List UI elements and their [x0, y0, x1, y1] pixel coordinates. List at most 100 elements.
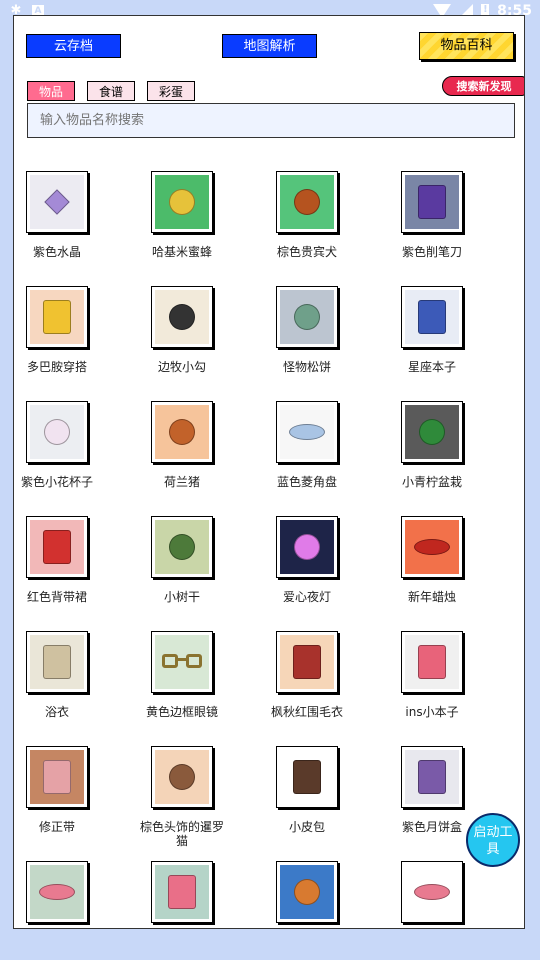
main-panel: 云存档 地图解析 物品百科 物品 食谱 彩蛋 搜索新发现 紫色水晶哈基米蜜蜂棕色…: [13, 15, 525, 929]
item-label: 怪物松饼: [282, 360, 331, 374]
tab-easter-eggs[interactable]: 彩蛋: [147, 81, 195, 101]
item-label: 黄色边框眼镜: [145, 705, 218, 719]
item-thumbnail[interactable]: [276, 746, 338, 808]
item-card[interactable]: [14, 861, 139, 928]
item-card[interactable]: 棕色贵宾犬: [264, 171, 389, 286]
item-thumbnail[interactable]: [26, 631, 88, 693]
outfit-icon: [43, 300, 71, 334]
item-card[interactable]: 爱心夜灯: [264, 516, 389, 631]
siamese-cat-icon: [169, 764, 195, 790]
item-thumbnail[interactable]: [401, 861, 463, 923]
item-card[interactable]: 怪物松饼: [264, 286, 389, 401]
cloud-save-button[interactable]: 云存档: [26, 34, 121, 58]
item-card[interactable]: 哈基米蜜蜂: [139, 171, 264, 286]
item-thumbnail[interactable]: [276, 631, 338, 693]
item-card[interactable]: 棕色头饰的暹罗猫: [139, 746, 264, 861]
guinea-pig-icon: [169, 419, 195, 445]
item-thumbnail[interactable]: [401, 286, 463, 348]
item-card[interactable]: ins小本子: [389, 631, 514, 746]
item-card[interactable]: 小青柠盆栽: [389, 401, 514, 516]
pink-soap-icon: [39, 884, 75, 900]
map-analysis-button[interactable]: 地图解析: [222, 34, 317, 58]
item-thumbnail[interactable]: [401, 631, 463, 693]
item-label: 紫色月饼盒: [401, 820, 462, 834]
item-label: 棕色贵宾犬: [276, 245, 337, 259]
item-thumbnail[interactable]: [401, 746, 463, 808]
candle-icon: [414, 539, 450, 555]
item-card[interactable]: 星座本子: [389, 286, 514, 401]
item-card[interactable]: 修正带: [14, 746, 139, 861]
item-thumbnail[interactable]: [26, 401, 88, 463]
item-wiki-button[interactable]: 物品百科: [419, 32, 514, 60]
tab-items[interactable]: 物品: [27, 81, 75, 101]
item-thumbnail[interactable]: [276, 171, 338, 233]
item-card[interactable]: [139, 861, 264, 928]
tv-icon: [168, 875, 196, 909]
item-thumbnail[interactable]: [151, 631, 213, 693]
pencil-sharpener-icon: [418, 185, 446, 219]
item-label: 蓝色菱角盘: [276, 475, 337, 489]
search-input[interactable]: [27, 103, 515, 138]
item-card[interactable]: [264, 861, 389, 928]
item-label: 小皮包: [288, 820, 325, 834]
item-card[interactable]: 枫秋红围毛衣: [264, 631, 389, 746]
tab-recipes[interactable]: 食谱: [87, 81, 135, 101]
item-card[interactable]: 红色背带裙: [14, 516, 139, 631]
item-label: 红色背带裙: [26, 590, 87, 604]
item-card[interactable]: 多巴胺穿搭: [14, 286, 139, 401]
item-thumbnail[interactable]: [276, 861, 338, 923]
item-thumbnail[interactable]: [151, 286, 213, 348]
item-thumbnail[interactable]: [26, 286, 88, 348]
item-label: 哈基米蜜蜂: [151, 245, 212, 259]
launch-tool-button[interactable]: 启动工具: [466, 813, 520, 867]
border-collie-icon: [169, 304, 195, 330]
item-label: 爱心夜灯: [282, 590, 331, 604]
correction-tape-icon: [43, 760, 71, 794]
item-card[interactable]: 小树干: [139, 516, 264, 631]
item-thumbnail[interactable]: [401, 516, 463, 578]
item-card[interactable]: 新年蜡烛: [389, 516, 514, 631]
item-card[interactable]: [389, 861, 514, 928]
item-card[interactable]: 小皮包: [264, 746, 389, 861]
item-thumbnail[interactable]: [151, 516, 213, 578]
tree-trunk-icon: [169, 534, 195, 560]
item-thumbnail[interactable]: [151, 171, 213, 233]
item-label: 边牧小勾: [157, 360, 206, 374]
item-card[interactable]: 紫色削笔刀: [389, 171, 514, 286]
item-thumbnail[interactable]: [26, 861, 88, 923]
item-label: 修正带: [38, 820, 75, 834]
item-label: 紫色小花杯子: [20, 475, 93, 489]
dachshund-icon: [294, 879, 320, 905]
item-thumbnail[interactable]: [276, 401, 338, 463]
item-label: 紫色削笔刀: [401, 245, 462, 259]
item-card[interactable]: 紫色水晶: [14, 171, 139, 286]
discovery-badge[interactable]: 搜索新发现: [442, 76, 524, 96]
item-card[interactable]: 黄色边框眼镜: [139, 631, 264, 746]
bee-icon: [169, 189, 195, 215]
item-card[interactable]: 荷兰猪: [139, 401, 264, 516]
item-label: 棕色头饰的暹罗猫: [139, 820, 224, 848]
item-thumbnail[interactable]: [151, 746, 213, 808]
item-thumbnail[interactable]: [401, 401, 463, 463]
item-card[interactable]: 蓝色菱角盘: [264, 401, 389, 516]
item-card[interactable]: 浴衣: [14, 631, 139, 746]
item-thumbnail[interactable]: [276, 286, 338, 348]
item-label: 枫秋红围毛衣: [270, 705, 343, 719]
pink-bowl-icon: [414, 884, 450, 900]
item-label: 紫色水晶: [32, 245, 81, 259]
item-thumbnail[interactable]: [401, 171, 463, 233]
bathrobe-icon: [43, 645, 71, 679]
item-card[interactable]: 紫色小花杯子: [14, 401, 139, 516]
item-thumbnail[interactable]: [26, 516, 88, 578]
item-thumbnail[interactable]: [276, 516, 338, 578]
item-label: 星座本子: [407, 360, 456, 374]
item-label: 小树干: [163, 590, 200, 604]
item-thumbnail[interactable]: [26, 746, 88, 808]
glasses-icon: [162, 654, 202, 670]
item-card[interactable]: 边牧小勾: [139, 286, 264, 401]
item-thumbnail[interactable]: [151, 401, 213, 463]
item-thumbnail[interactable]: [151, 861, 213, 923]
item-thumbnail[interactable]: [26, 171, 88, 233]
flower-cup-icon: [44, 419, 70, 445]
leather-bag-icon: [293, 760, 321, 794]
